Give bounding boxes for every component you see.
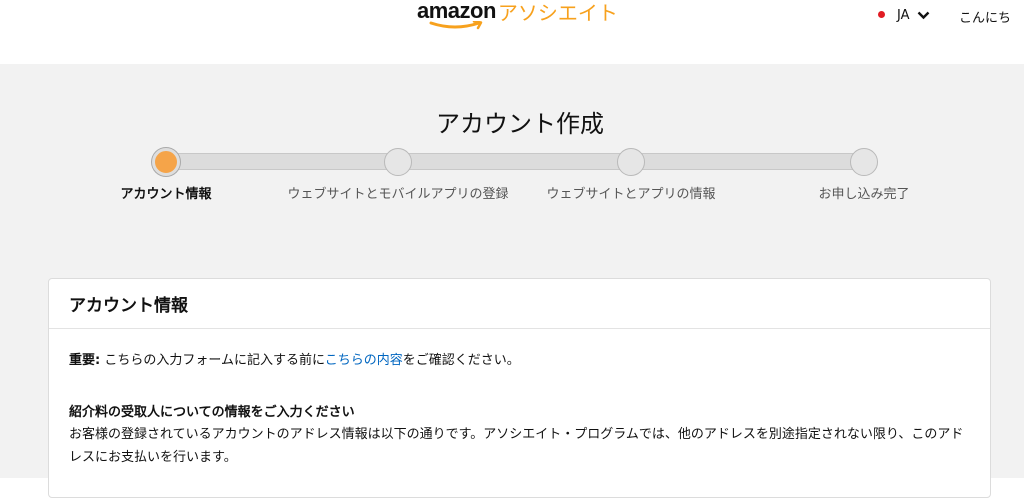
step-1-indicator (152, 148, 180, 176)
notice-text-1: こちらの入力フォームに記入する前に (100, 353, 325, 368)
step-3-indicator (617, 148, 645, 176)
logo-suffix: アソシエイト (497, 1, 618, 25)
progress-stepper: アカウント情報 ウェブサイトとモバイルアプリの登録 ウェブサイトとアプリの情報 … (0, 64, 1024, 244)
stepper-track (165, 153, 864, 170)
japan-flag-icon (878, 11, 885, 18)
step-4-indicator (850, 148, 878, 176)
card-header: アカウント情報 (49, 279, 990, 329)
payee-section-body: お客様の登録されているアカウントのアドレス情報は以下の通りです。アソシエイト・プ… (69, 427, 964, 465)
notice-text-2: をご確認ください。 (402, 353, 520, 368)
language-code: JA (897, 8, 910, 23)
card-title: アカウント情報 (69, 296, 188, 316)
logo-wordmark: amazon (417, 0, 496, 23)
payee-section-heading: 紹介料の受取人についての情報をご入力ください (69, 405, 355, 420)
step-2-indicator (384, 148, 412, 176)
step-3-label: ウェブサイトとアプリの情報 (546, 187, 716, 202)
main-content: アカウント作成 アカウント情報 ウェブサイトとモバイルアプリの登録 ウェブサイト… (0, 64, 1024, 498)
language-selector[interactable]: JA (878, 8, 930, 23)
step-1-label: アカウント情報 (120, 187, 212, 202)
amazon-associates-logo[interactable]: amazon アソシエイト (417, 0, 618, 34)
greeting-text[interactable]: こんにち (959, 7, 1011, 26)
notice-prefix: 重要: (69, 353, 101, 368)
chevron-down-icon (917, 11, 929, 20)
smile-arrow-icon (429, 21, 483, 30)
step-4-label: お申し込み完了 (818, 187, 910, 202)
notice-link[interactable]: こちらの内容 (325, 353, 403, 368)
account-info-card: アカウント情報 重要: こちらの入力フォームに記入する前にこちらの内容をご確認く… (48, 278, 991, 498)
step-2-label: ウェブサイトとモバイルアプリの登録 (287, 187, 509, 202)
top-header: amazon アソシエイト JA こんにち (0, 0, 1024, 64)
important-notice: 重要: こちらの入力フォームに記入する前にこちらの内容をご確認ください。 (69, 349, 520, 368)
